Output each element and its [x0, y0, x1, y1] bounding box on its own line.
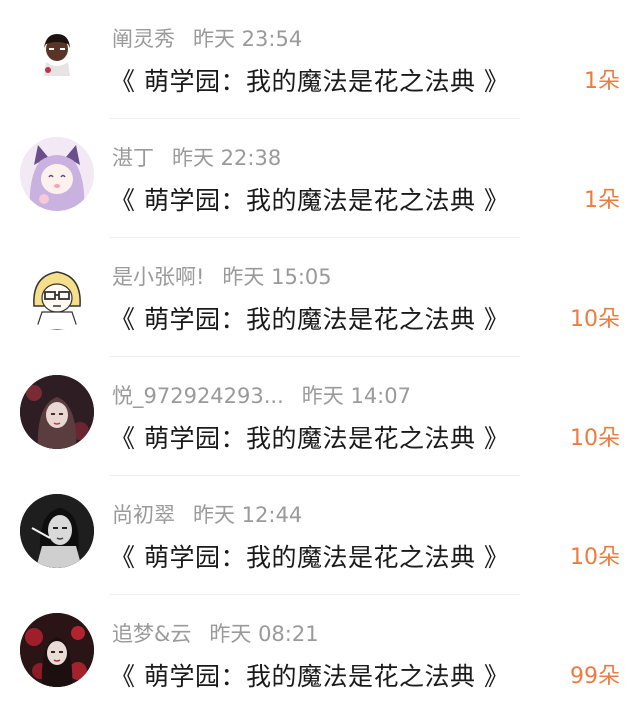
user-name[interactable]: 阐灵秀	[112, 27, 175, 51]
item-meta: 悦_972924293... 昨天 14:07	[112, 381, 411, 411]
avatar[interactable]	[20, 18, 94, 92]
flower-count: 1朵	[584, 188, 620, 213]
avatar-glasses-cartoon-icon	[20, 256, 94, 330]
book-title[interactable]: 《 萌学园：我的魔法是花之法典 》	[110, 657, 509, 697]
user-name[interactable]: 湛丁	[112, 146, 154, 170]
avatar[interactable]	[20, 613, 94, 687]
avatar-dark-skin-character-icon	[20, 18, 94, 92]
avatar[interactable]	[20, 256, 94, 330]
avatar-monochrome-woman-icon	[20, 494, 94, 568]
book-title[interactable]: 《 萌学园：我的魔法是花之法典 》	[110, 181, 509, 221]
timestamp: 昨天 23:54	[193, 27, 303, 51]
list-item[interactable]: 阐灵秀 昨天 23:54 《 萌学园：我的魔法是花之法典 》 1朵	[0, 0, 640, 119]
timestamp: 昨天 14:07	[301, 384, 411, 408]
list-item[interactable]: 尚初翠 昨天 12:44 《 萌学园：我的魔法是花之法典 》 10朵	[0, 476, 640, 595]
avatar-dark-portrait-icon	[20, 375, 94, 449]
book-title[interactable]: 《 萌学园：我的魔法是花之法典 》	[110, 300, 509, 340]
avatar[interactable]	[20, 375, 94, 449]
timestamp: 昨天 08:21	[209, 622, 319, 646]
book-title[interactable]: 《 萌学园：我的魔法是花之法典 》	[110, 62, 509, 102]
item-meta: 是小张啊! 昨天 15:05	[112, 262, 332, 292]
flower-count: 10朵	[570, 307, 620, 332]
item-meta: 追梦&云 昨天 08:21	[112, 619, 319, 649]
list-item[interactable]: 追梦&云 昨天 08:21 《 萌学园：我的魔法是花之法典 》 99朵	[0, 595, 640, 714]
item-meta: 尚初翠 昨天 12:44	[112, 500, 302, 530]
list-item[interactable]: 湛丁 昨天 22:38 《 萌学园：我的魔法是花之法典 》 1朵	[0, 119, 640, 238]
timestamp: 昨天 12:44	[193, 503, 303, 527]
flower-count: 99朵	[570, 664, 620, 689]
book-title[interactable]: 《 萌学园：我的魔法是花之法典 》	[110, 538, 509, 578]
timestamp: 昨天 22:38	[172, 146, 282, 170]
user-name[interactable]: 悦_972924293...	[112, 384, 284, 408]
list-item[interactable]: 是小张啊! 昨天 15:05 《 萌学园：我的魔法是花之法典 》 10朵	[0, 238, 640, 357]
flower-count: 10朵	[570, 426, 620, 451]
list-item[interactable]: 悦_972924293... 昨天 14:07 《 萌学园：我的魔法是花之法典 》…	[0, 357, 640, 476]
avatar[interactable]	[20, 137, 94, 211]
avatar-anime-cat-girl-icon	[20, 137, 94, 211]
gift-list: 阐灵秀 昨天 23:54 《 萌学园：我的魔法是花之法典 》 1朵 湛丁 昨天 22…	[0, 0, 640, 710]
avatar-red-floral-portrait-icon	[20, 613, 94, 687]
book-title[interactable]: 《 萌学园：我的魔法是花之法典 》	[110, 419, 509, 459]
user-name[interactable]: 追梦&云	[112, 622, 191, 646]
avatar[interactable]	[20, 494, 94, 568]
timestamp: 昨天 15:05	[222, 265, 332, 289]
item-meta: 阐灵秀 昨天 23:54	[112, 24, 302, 54]
flower-count: 1朵	[584, 69, 620, 94]
flower-count: 10朵	[570, 545, 620, 570]
item-meta: 湛丁 昨天 22:38	[112, 143, 281, 173]
user-name[interactable]: 是小张啊!	[112, 265, 204, 289]
user-name[interactable]: 尚初翠	[112, 503, 175, 527]
